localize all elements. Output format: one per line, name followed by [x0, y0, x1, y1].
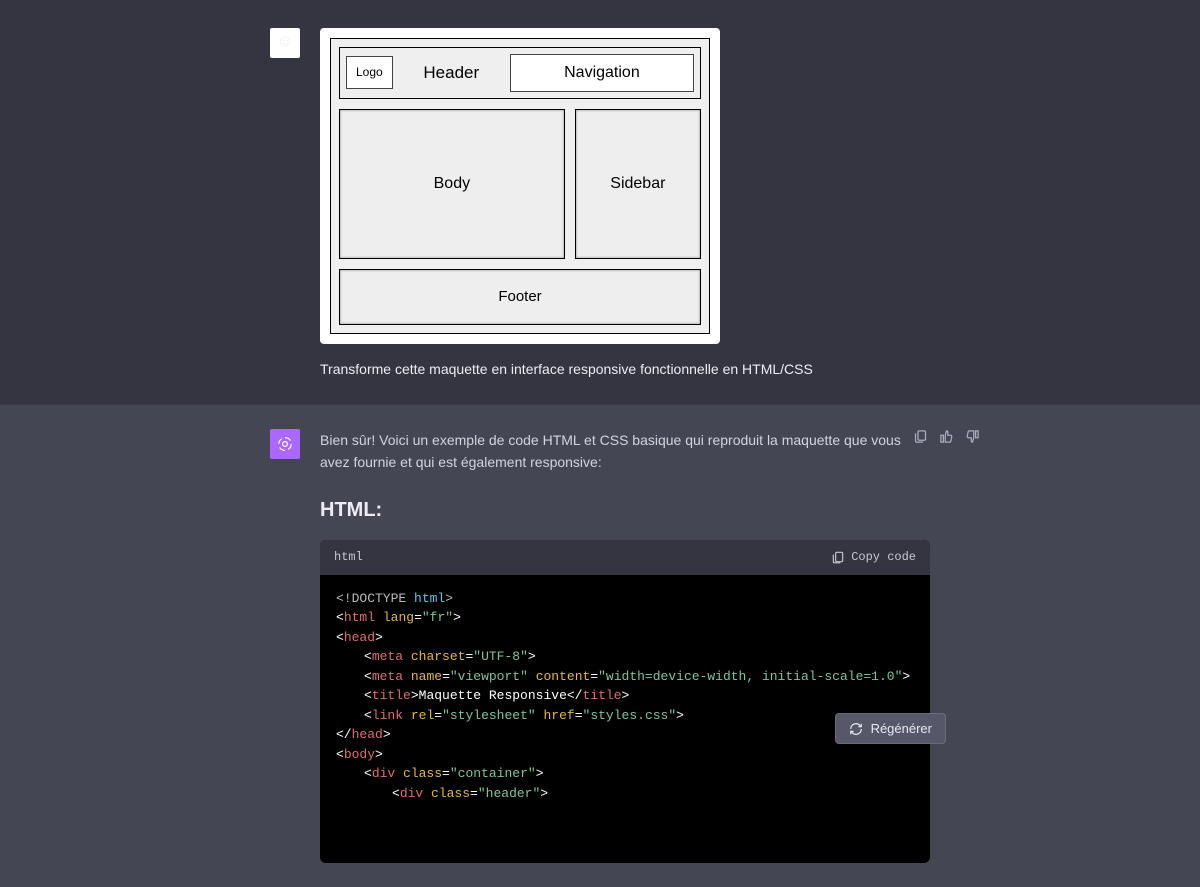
copy-code-label: Copy code	[851, 548, 916, 567]
assistant-avatar	[270, 429, 300, 459]
wireframe-footer-box: Footer	[339, 269, 701, 325]
code-section-heading: HTML:	[320, 494, 930, 526]
user-prompt-text: Transforme cette maquette en interface r…	[320, 358, 930, 380]
copy-message-button[interactable]	[912, 429, 928, 445]
thumbs-up-icon	[939, 429, 954, 444]
regenerate-button[interactable]: Régénérer	[835, 713, 946, 744]
copy-code-button[interactable]: Copy code	[831, 548, 916, 567]
uploaded-image-wireframe: Logo Header Navigation Body Sidebar Foot…	[320, 28, 720, 344]
openai-logo-icon	[276, 435, 294, 453]
thumbs-down-button[interactable]	[964, 429, 980, 445]
wireframe-logo-box: Logo	[346, 56, 393, 89]
wireframe-header-label: Header	[403, 59, 500, 86]
clipboard-icon	[831, 550, 845, 564]
wireframe-sidebar-box: Sidebar	[575, 109, 701, 259]
refresh-icon	[849, 722, 863, 736]
user-avatar: ☺	[270, 28, 300, 58]
code-block-header: html Copy code	[320, 540, 930, 575]
wireframe-navigation-box: Navigation	[510, 54, 694, 92]
assistant-intro-text: Bien sûr! Voici un exemple de code HTML …	[320, 429, 930, 474]
regenerate-label: Régénérer	[871, 721, 932, 736]
wireframe-body-box: Body	[339, 109, 565, 259]
clipboard-icon	[913, 429, 928, 444]
thumbs-up-button[interactable]	[938, 429, 954, 445]
thumbs-down-icon	[965, 429, 980, 444]
code-language-label: html	[334, 548, 363, 567]
code-block: html Copy code <!DOCTYPE html> <html lan…	[320, 540, 930, 864]
assistant-message-row: Bien sûr! Voici un exemple de code HTML …	[0, 404, 1200, 887]
assistant-message-actions	[912, 429, 980, 445]
user-message-row: ☺ Logo Header Navigation Body Sidebar F	[0, 0, 1200, 404]
